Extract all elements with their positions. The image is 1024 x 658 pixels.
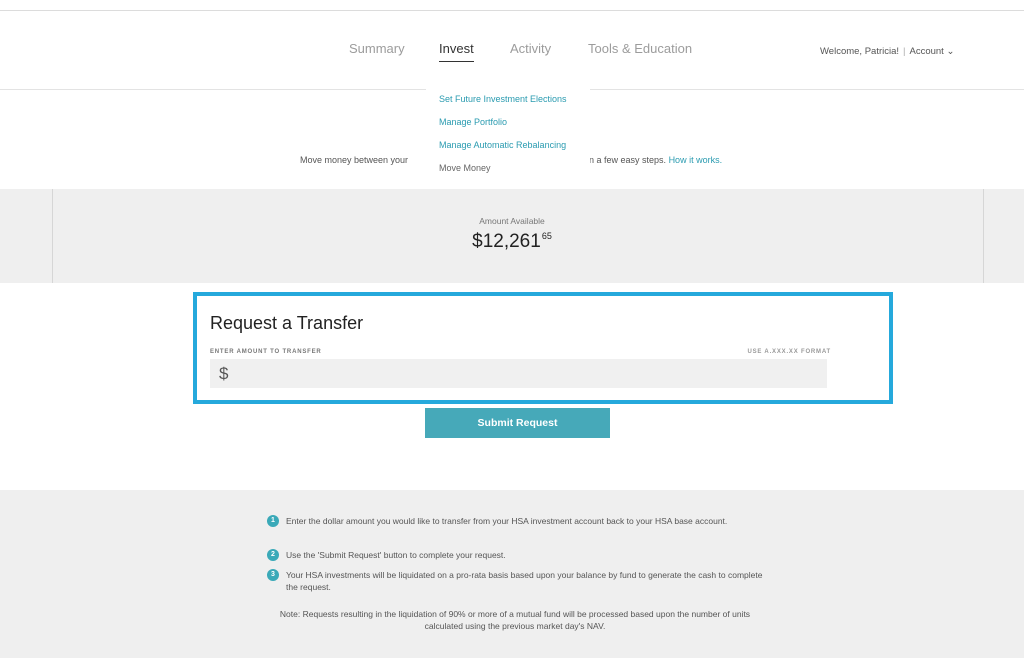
instructions-panel: 1 Enter the dollar amount you would like… bbox=[0, 490, 1024, 658]
amount-available-label: Amount Available bbox=[479, 216, 545, 226]
step-number-badge: 3 bbox=[267, 569, 279, 581]
amount-available-band: Amount Available $12,26165 bbox=[0, 189, 1024, 283]
transfer-amount-input[interactable] bbox=[236, 359, 820, 390]
menu-item-move-money[interactable]: Move Money bbox=[439, 163, 491, 173]
intro-left: Move money between your bbox=[300, 155, 409, 165]
step-text: Enter the dollar amount you would like t… bbox=[286, 516, 728, 526]
nav-summary[interactable]: Summary bbox=[349, 41, 405, 56]
user-menu: Welcome, Patricia! | Account ⌄ bbox=[820, 46, 954, 57]
separator: | bbox=[903, 46, 906, 57]
step-number-badge: 1 bbox=[267, 515, 279, 527]
transfer-title: Request a Transfer bbox=[210, 313, 364, 333]
amount-whole: $12,261 bbox=[472, 231, 541, 252]
amount-field-label: ENTER AMOUNT TO TRANSFER bbox=[210, 349, 322, 355]
welcome-text: Welcome, Patricia! bbox=[820, 46, 900, 57]
liquidation-note: Note: Requests resulting in the liquidat… bbox=[279, 609, 751, 631]
step-number-badge: 2 bbox=[267, 549, 279, 561]
how-it-works-link[interactable]: How it works. bbox=[669, 155, 723, 165]
chevron-down-icon: ⌄ bbox=[946, 46, 955, 57]
account-label: Account bbox=[909, 46, 944, 57]
nav-tools-education[interactable]: Tools & Education bbox=[588, 41, 692, 56]
amount-cents: 65 bbox=[541, 231, 552, 241]
intro-right: n a few easy steps. How it works. bbox=[589, 155, 722, 165]
nav-activity[interactable]: Activity bbox=[510, 41, 551, 56]
amount-field: $ bbox=[210, 359, 827, 390]
dollar-sign: $ bbox=[219, 364, 229, 383]
nav-invest[interactable]: Invest bbox=[439, 41, 474, 62]
menu-item-manage-portfolio[interactable]: Manage Portfolio bbox=[439, 117, 507, 127]
step-text: Your HSA investments will be liquidated … bbox=[286, 570, 763, 592]
menu-item-future-elections[interactable]: Set Future Investment Elections bbox=[439, 94, 567, 104]
submit-request-button[interactable]: Submit Request bbox=[425, 408, 610, 438]
page: Summary Invest Activity Tools & Educatio… bbox=[0, 0, 1024, 658]
account-menu-button[interactable]: Account ⌄ bbox=[909, 46, 954, 57]
menu-item-auto-rebalancing[interactable]: Manage Automatic Rebalancing bbox=[439, 140, 566, 150]
step-text: Use the 'Submit Request' button to compl… bbox=[286, 550, 506, 560]
top-divider bbox=[0, 10, 1024, 11]
amount-available-value: $12,26165 bbox=[0, 231, 1024, 253]
amount-format-hint: USE A.XXX.XX FORMAT bbox=[747, 349, 831, 355]
intro-right-text: n a few easy steps. bbox=[589, 155, 667, 165]
invest-dropdown-menu: Set Future Investment Elections Manage P… bbox=[426, 86, 590, 182]
request-transfer-panel: Request a Transfer ENTER AMOUNT TO TRANS… bbox=[193, 292, 893, 404]
